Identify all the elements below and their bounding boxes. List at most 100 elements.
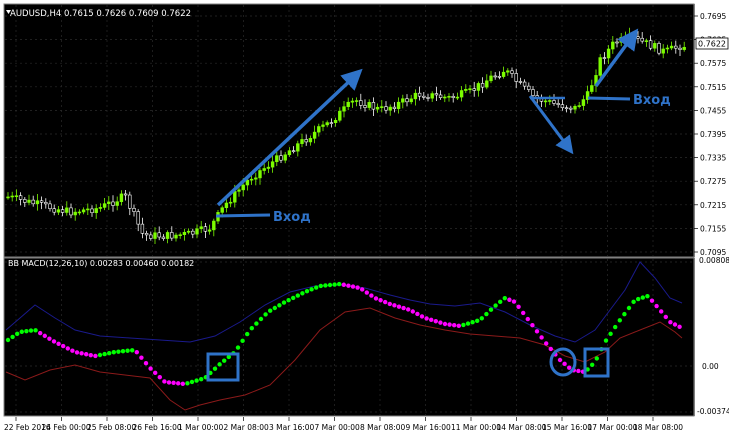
macd-dot — [424, 316, 429, 321]
macd-dot — [626, 305, 632, 311]
candle-body — [6, 196, 10, 199]
candle-body — [401, 98, 405, 103]
candle-body — [669, 45, 674, 49]
macd-dot — [295, 293, 300, 298]
macd-dot — [300, 291, 305, 296]
macd-dot — [180, 381, 185, 386]
macd-dot — [217, 362, 222, 367]
macd-dot — [116, 349, 121, 354]
candle-body — [548, 100, 552, 102]
macd-dot — [530, 323, 535, 328]
time-axis-label: 26 Feb 16:00 — [133, 423, 182, 432]
candle-body — [258, 170, 262, 179]
candle-body — [472, 88, 476, 91]
candle-body — [350, 100, 355, 103]
time-axis[interactable]: 22 Feb 201624 Feb 00:0025 Feb 08:0026 Fe… — [0, 417, 729, 437]
candle-body — [14, 195, 19, 198]
macd-dot — [107, 350, 112, 356]
candle-body — [653, 43, 657, 49]
price-chart-area[interactable] — [3, 3, 695, 258]
candle-body — [661, 48, 665, 54]
candle-body — [44, 202, 48, 205]
macd-dot — [166, 380, 172, 385]
macd-dot — [645, 293, 650, 299]
candle-body — [220, 207, 224, 213]
macd-dot — [33, 328, 38, 333]
candle-body — [464, 88, 468, 91]
macd-dot — [392, 303, 397, 308]
macd-dot — [511, 299, 517, 304]
macd-dot — [452, 323, 457, 328]
candle-body — [107, 201, 111, 204]
candle-body — [447, 96, 451, 98]
macd-dot — [254, 321, 259, 326]
candle-body — [325, 122, 329, 126]
candle-body — [157, 232, 161, 238]
candle-body — [602, 57, 607, 59]
candle-body — [342, 106, 346, 112]
macd-dot — [157, 374, 162, 380]
candle-body — [375, 106, 380, 110]
macd-dot — [327, 282, 333, 288]
macd-dot — [281, 300, 287, 305]
candle-body — [346, 101, 350, 107]
candle-body — [237, 189, 241, 192]
candle-body — [329, 122, 334, 124]
candle-body — [56, 209, 61, 213]
price-level-label: 0.7155 — [700, 224, 726, 233]
price-level-label: 0.7575 — [700, 59, 726, 68]
time-axis-label: 2 Mar 08:00 — [224, 423, 270, 432]
macd-dot — [235, 345, 241, 350]
macd-scale-bg — [695, 258, 729, 416]
price-scale[interactable]: 0.76950.76350.75750.75150.74550.73950.73… — [694, 4, 729, 257]
time-axis-label: 18 Mar 08:00 — [633, 423, 683, 432]
macd-dot — [189, 379, 195, 385]
macd-dot — [125, 348, 130, 353]
macd-dot — [272, 305, 277, 311]
candle-body — [296, 143, 300, 152]
candle-body — [136, 211, 140, 225]
candle-body — [123, 193, 128, 196]
candle-body — [153, 232, 157, 239]
macd-dot — [442, 321, 448, 327]
macd-dot — [341, 282, 346, 287]
macd-dot — [291, 295, 296, 301]
macd-dot — [42, 333, 47, 339]
macd-dot — [672, 322, 678, 327]
candle-body — [422, 95, 426, 98]
macd-dot — [484, 311, 489, 317]
macd-dot — [668, 320, 673, 325]
candle-body — [438, 94, 443, 98]
candle-body — [174, 234, 178, 239]
candle-body — [233, 191, 237, 203]
macd-dot — [337, 281, 342, 287]
macd-dot — [323, 283, 328, 288]
candle-body — [241, 184, 245, 191]
macd-dot — [84, 352, 89, 357]
candle-body — [527, 85, 531, 90]
macd-dot — [309, 287, 314, 292]
candle-body — [48, 203, 52, 210]
candle-body — [60, 209, 65, 213]
candle-body — [86, 208, 90, 211]
candle-body — [644, 40, 649, 42]
macd-dot — [419, 314, 425, 319]
macd-scale[interactable]: 0.00808 0.00 -0.00374 — [694, 256, 729, 416]
macd-dot — [120, 349, 126, 354]
candle-body — [195, 228, 199, 235]
candle-body — [569, 107, 573, 110]
price-chart-window[interactable]: AUDUSD,H4 0.7615 0.7626 0.7609 0.7622 — [3, 3, 695, 258]
time-axis-label: 11 Mar 00:00 — [451, 423, 501, 432]
candle-body — [73, 211, 77, 216]
candle-body — [531, 89, 535, 96]
macd-indicator-window[interactable]: BB MACD(12,26,10) 0.00283 0.00460 0.0018… — [3, 257, 695, 417]
candle-body — [321, 124, 325, 127]
macd-dot — [139, 355, 144, 360]
candle-body — [590, 85, 594, 92]
candle-body — [262, 168, 266, 171]
macd-dot — [654, 303, 659, 309]
candle-body — [648, 40, 653, 49]
candle-body — [178, 234, 182, 236]
candle-body — [18, 195, 23, 200]
candle-body — [615, 41, 619, 44]
